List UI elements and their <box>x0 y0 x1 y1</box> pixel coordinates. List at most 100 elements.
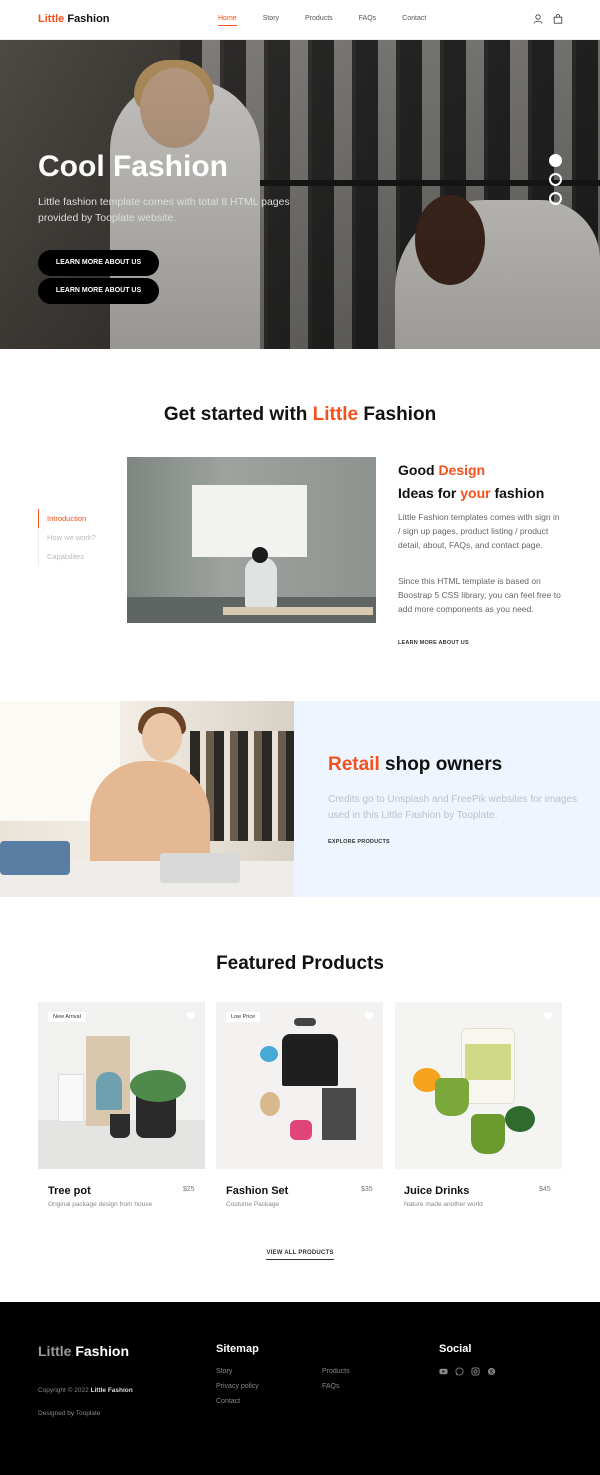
product-price-fashion-set: $35 <box>361 1186 373 1193</box>
top-navbar: Little Fashion Home Story Products FAQs … <box>0 0 600 40</box>
plant-leaves <box>130 1070 186 1102</box>
intro-heading-design: Design <box>438 462 486 478</box>
badge-new-arrival: New Arrival <box>48 1012 86 1022</box>
brand-logo[interactable]: Little Fashion <box>38 13 110 25</box>
intro-image-screen <box>192 485 307 557</box>
product-name-juice-drinks[interactable]: Juice Drinks <box>404 1185 469 1197</box>
view-all-products: VIEW ALL PRODUCTS <box>0 1241 600 1260</box>
retail-image-laptop <box>160 853 240 883</box>
footer-copyright-text: Copyright © 2022 <box>38 1387 91 1394</box>
brand-fashion: Fashion <box>67 13 110 25</box>
footer-link-story[interactable]: Story <box>216 1368 232 1375</box>
pink-shoes <box>290 1120 312 1140</box>
hero-text: Little fashion template comes with total… <box>38 196 290 224</box>
book-cover-art <box>96 1072 122 1110</box>
footer-copyright: Copyright © 2022 Little Fashion <box>38 1387 133 1394</box>
retail-image-person-head <box>142 713 182 761</box>
get-started-title: Get started with Little Fashion <box>0 404 600 426</box>
heart-icon[interactable] <box>186 1011 196 1021</box>
speaker <box>58 1074 84 1122</box>
blue-toy <box>260 1046 278 1062</box>
product-desc-tree-pot: Original package design from house <box>48 1201 153 1208</box>
small-pot <box>110 1114 130 1138</box>
intro-image-person <box>245 557 277 607</box>
product-image-fashion-set[interactable]: Low Price <box>216 1002 383 1169</box>
user-icon[interactable] <box>533 14 543 24</box>
retail-heading: Retail shop owners <box>328 754 502 776</box>
intro-learn-more-link[interactable]: LEARN MORE ABOUT US <box>398 640 469 646</box>
nav-home[interactable]: Home <box>218 15 237 26</box>
side-nav-how-we-work[interactable]: How we work? <box>39 528 118 547</box>
intro-side-nav: Introduction How we work? Capabilites <box>38 509 118 566</box>
intro-heading-ideas: Ideas for <box>398 485 461 501</box>
big-pot <box>136 1096 176 1138</box>
whatsapp-icon[interactable] <box>455 1367 464 1376</box>
nav-icons <box>533 14 563 24</box>
carousel-dot-2[interactable] <box>549 173 562 186</box>
product-desc-fashion-set: Costume Package <box>226 1201 280 1208</box>
retail-image <box>0 701 294 897</box>
footer-link-privacy-policy[interactable]: Privacy policy <box>216 1383 259 1390</box>
heart-icon[interactable] <box>543 1011 553 1021</box>
skype-icon[interactable] <box>487 1367 496 1376</box>
main-menu: Home Story Products FAQs Contact <box>218 15 452 26</box>
get-started-title-accent: Little <box>312 404 359 425</box>
shorts <box>322 1088 356 1140</box>
teddy-bear <box>260 1092 280 1116</box>
retail-heading-accent: Retail <box>328 754 380 775</box>
badge-low-price: Low Price <box>226 1012 261 1022</box>
footer-brand-little: Little <box>38 1343 72 1359</box>
intro-heading-fashion: fashion <box>490 485 545 501</box>
spinach <box>505 1106 535 1132</box>
side-nav-capabilities[interactable]: Capabilites <box>39 547 118 566</box>
intro-paragraph-2: Since this HTML template is based on Boo… <box>398 576 561 614</box>
product-name-tree-pot[interactable]: Tree pot <box>48 1185 91 1197</box>
nav-story[interactable]: Story <box>263 15 279 26</box>
intro-heading-good: Good <box>398 462 439 478</box>
carousel-dot-1[interactable] <box>549 154 562 167</box>
instagram-icon[interactable] <box>471 1367 480 1376</box>
explore-products-link[interactable]: EXPLORE PRODUCTS <box>328 839 390 845</box>
footer-link-contact[interactable]: Contact <box>216 1398 240 1405</box>
retail-heading-rest: shop owners <box>379 754 503 775</box>
hero-learn-more-button-2[interactable]: LEARN MORE ABOUT US <box>38 278 159 304</box>
product-image-juice-drinks[interactable] <box>395 1002 562 1169</box>
jar-label <box>465 1044 511 1080</box>
view-all-products-link[interactable]: VIEW ALL PRODUCTS <box>266 1250 334 1260</box>
side-nav-introduction[interactable]: Introduction <box>38 509 118 528</box>
tshirt <box>282 1034 338 1086</box>
green-drink-2 <box>471 1114 505 1154</box>
sitemap-title: Sitemap <box>216 1343 259 1355</box>
footer: Little Fashion Copyright © 2022 Little F… <box>0 1302 600 1475</box>
intro-heading: Good Design Ideas for your fashion <box>398 459 544 505</box>
intro-image <box>127 457 376 623</box>
hero-learn-more-button-1[interactable]: LEARN MORE ABOUT US <box>38 250 159 276</box>
intro-image-person-head <box>252 547 268 563</box>
product-image-tree-pot[interactable]: New Arrival <box>38 1002 205 1169</box>
intro-image-bench <box>223 607 373 615</box>
social-icons <box>439 1367 496 1376</box>
carousel-dot-3[interactable] <box>549 192 562 205</box>
footer-designed-by: Designed by Tooplate <box>38 1410 101 1417</box>
nav-products[interactable]: Products <box>305 15 333 26</box>
shopping-bag-icon[interactable] <box>553 14 563 24</box>
social-title: Social <box>439 1343 472 1355</box>
brand-little: Little <box>38 13 65 25</box>
youtube-icon[interactable] <box>439 1367 448 1376</box>
nav-faqs[interactable]: FAQs <box>359 15 377 26</box>
heart-icon[interactable] <box>364 1011 374 1021</box>
footer-link-products[interactable]: Products <box>322 1368 350 1375</box>
retail-image-jeans <box>0 841 70 875</box>
get-started-title-post: Fashion <box>358 404 437 425</box>
intro-heading-your: your <box>460 485 491 501</box>
intro-paragraph-1: Little Fashion templates comes with sign… <box>398 512 560 550</box>
product-price-juice-drinks: $45 <box>539 1186 551 1193</box>
product-desc-juice-drinks: Nature made another world <box>404 1201 483 1208</box>
footer-brand[interactable]: Little Fashion <box>38 1343 129 1359</box>
retail-text: Credits go to Unsplash and FreePik websi… <box>328 794 578 821</box>
nav-contact[interactable]: Contact <box>402 15 426 26</box>
get-started-title-pre: Get started with <box>163 404 313 425</box>
sunglasses <box>294 1018 316 1026</box>
product-name-fashion-set[interactable]: Fashion Set <box>226 1185 288 1197</box>
footer-link-faqs[interactable]: FAQs <box>322 1383 340 1390</box>
